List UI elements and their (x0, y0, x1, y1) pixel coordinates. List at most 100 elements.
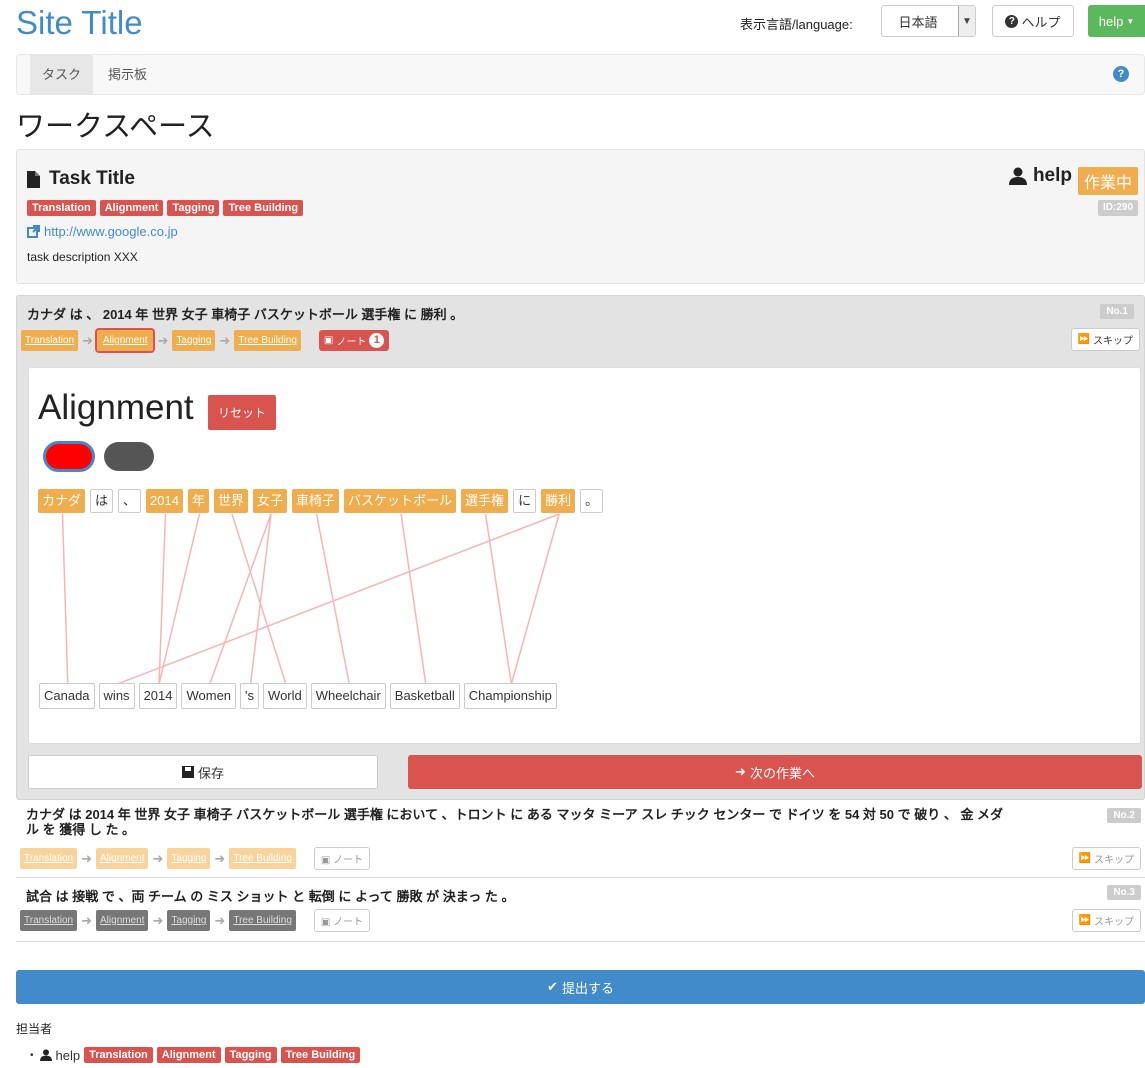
tab-board[interactable]: 掲示板 (96, 55, 159, 94)
step-translation[interactable]: Translation (20, 848, 78, 869)
source-token[interactable]: 勝利 (541, 489, 576, 513)
tab-tasks[interactable]: タスク (30, 55, 94, 94)
label-translation: Translation (27, 200, 96, 216)
source-token[interactable]: に (513, 489, 537, 513)
alignment-link[interactable] (61, 513, 69, 685)
source-token[interactable]: は (90, 489, 114, 513)
alignment-link[interactable] (117, 513, 560, 685)
user-icon (39, 1049, 52, 1061)
source-token[interactable]: 年 (187, 489, 209, 513)
submit-label: 提出する (561, 980, 614, 996)
alignment-link[interactable] (484, 513, 513, 685)
target-token[interactable]: Wheelchair (310, 683, 386, 709)
step-tree-building[interactable]: Tree Building (229, 910, 296, 931)
source-token[interactable]: カナダ (38, 489, 86, 513)
label-tree-building: Tree Building (223, 200, 304, 216)
target-token[interactable]: Women (181, 683, 237, 709)
step-translation[interactable]: Translation (20, 910, 78, 931)
step-tagging[interactable]: Tagging (167, 848, 211, 869)
skip-label: スキップ (1094, 917, 1134, 928)
submit-button[interactable]: ✔ 提出する (16, 970, 1145, 1004)
source-token[interactable]: 、 (118, 489, 142, 513)
target-token[interactable]: 2014 (138, 683, 178, 709)
navbar: タスク 掲示板 ? (16, 54, 1145, 95)
step-bar: Translation ➜ Alignment ➜ Tagging ➜ Tree… (20, 909, 371, 932)
source-token[interactable]: 車椅子 (292, 489, 340, 513)
alignment-link[interactable] (510, 513, 560, 685)
task-labels: Translation Alignment Tagging Tree Build… (27, 200, 304, 216)
note-label: ノート (333, 917, 364, 928)
external-link-icon (27, 225, 40, 238)
source-token[interactable]: 世界 (213, 489, 248, 513)
arrow-right-icon: ➜ (81, 912, 93, 928)
site-title[interactable]: Site Title (16, 4, 143, 42)
arrow-right-icon: ➜ (214, 850, 226, 866)
arrow-right-icon: ➜ (81, 850, 93, 866)
user-icon (1008, 167, 1027, 185)
task-link[interactable]: http://www.google.co.jp (44, 224, 178, 239)
source-token[interactable]: 。 (580, 489, 604, 513)
source-token[interactable]: 女子 (253, 489, 288, 513)
alignment-link[interactable] (249, 513, 272, 685)
question-circle-icon[interactable]: ? (1113, 66, 1129, 82)
page-title: ワークスペース (16, 111, 215, 143)
target-token[interactable]: World (263, 683, 307, 709)
reset-button[interactable]: リセット (208, 395, 277, 430)
step-tree-building[interactable]: Tree Building (229, 848, 296, 869)
step-translation[interactable]: Translation (21, 330, 79, 351)
source-token-row: カナダは、 2014 年世界 女子 車椅子 バスケットボール 選手権に勝利。 (38, 489, 608, 513)
sentence-panel-2: カナダ は 2014 年 世界 女子 車椅子 バスケットボール 選手権 において… (16, 801, 1145, 878)
alignment-link[interactable] (400, 513, 427, 685)
color-toggle-dark[interactable] (104, 442, 154, 471)
skip-button[interactable]: ⏩ スキップ (1071, 909, 1141, 932)
note-button[interactable]: ▣ ノート (313, 847, 371, 870)
help-button-label: ヘルプ (1021, 14, 1061, 30)
comment-icon: ▣ (320, 855, 331, 866)
skip-label: スキップ (1093, 336, 1133, 347)
save-label: 保存 (197, 765, 224, 781)
source-token[interactable]: バスケットボール (344, 489, 457, 513)
next-task-button[interactable]: ➜ 次の作業へ (408, 755, 1142, 789)
note-label: ノート (336, 337, 367, 348)
alignment-panel: Alignment リセット カナダは、 2014 年世界 女子 車椅子 バスケットボール… (28, 367, 1141, 744)
step-alignment[interactable]: Alignment (96, 910, 149, 931)
step-alignment[interactable]: Alignment (96, 848, 149, 869)
step-tree-building[interactable]: Tree Building (234, 330, 301, 351)
target-token[interactable]: Canada (39, 683, 95, 709)
step-alignment[interactable]: Alignment (94, 328, 156, 353)
task-description: task description XXX (27, 250, 138, 264)
step-tagging[interactable]: Tagging (167, 910, 211, 931)
sentence-text: カナダ は 2014 年 世界 女子 車椅子 バスケットボール 選手権 において… (26, 807, 1066, 837)
language-select[interactable]: 日本語 ▼ (881, 5, 976, 37)
task-id-badge: ID:290 (1097, 200, 1138, 216)
alignment-link[interactable] (315, 513, 351, 685)
label-alignment: Alignment (156, 1047, 221, 1063)
question-circle-icon: ? (1005, 14, 1019, 28)
arrow-right-icon: ➜ (152, 912, 164, 928)
save-button[interactable]: 保存 (28, 755, 378, 789)
source-token[interactable]: 選手権 (461, 489, 509, 513)
help-button[interactable]: ? ヘルプ (992, 5, 1074, 37)
caret-down-icon: ▼ (1126, 16, 1135, 26)
source-token[interactable]: 2014 (146, 489, 183, 513)
sentence-number-badge: No.2 (1107, 808, 1141, 823)
target-token[interactable]: wins (98, 683, 135, 709)
user-menu-button[interactable]: help ▼ (1088, 5, 1145, 37)
target-token[interactable]: Basketball (389, 683, 460, 709)
sentence-text: 試合 は 接戦 で 、両 チーム の ミス ショット と 転倒 に よって 勝敗… (26, 889, 515, 904)
sentence-number-badge: No.1 (1100, 304, 1134, 319)
skip-button[interactable]: ⏩ スキップ (1070, 328, 1140, 351)
step-tagging[interactable]: Tagging (172, 330, 216, 351)
assignee-item: • help Translation Alignment Tagging Tre… (30, 1047, 361, 1063)
target-token[interactable]: 's (240, 683, 260, 709)
chevron-down-icon: ▼ (958, 6, 975, 36)
alignment-title: Alignment (38, 388, 194, 427)
note-button[interactable]: ▣ ノート (313, 909, 371, 932)
label-tagging: Tagging (167, 200, 220, 216)
next-label: 次の作業へ (749, 765, 815, 781)
arrow-right-icon: ➜ (152, 850, 164, 866)
note-button[interactable]: ▣ ノート 1 (318, 330, 390, 351)
color-toggle-red[interactable] (43, 441, 95, 472)
target-token[interactable]: Championship (463, 683, 557, 709)
skip-button[interactable]: ⏩ スキップ (1071, 847, 1141, 870)
